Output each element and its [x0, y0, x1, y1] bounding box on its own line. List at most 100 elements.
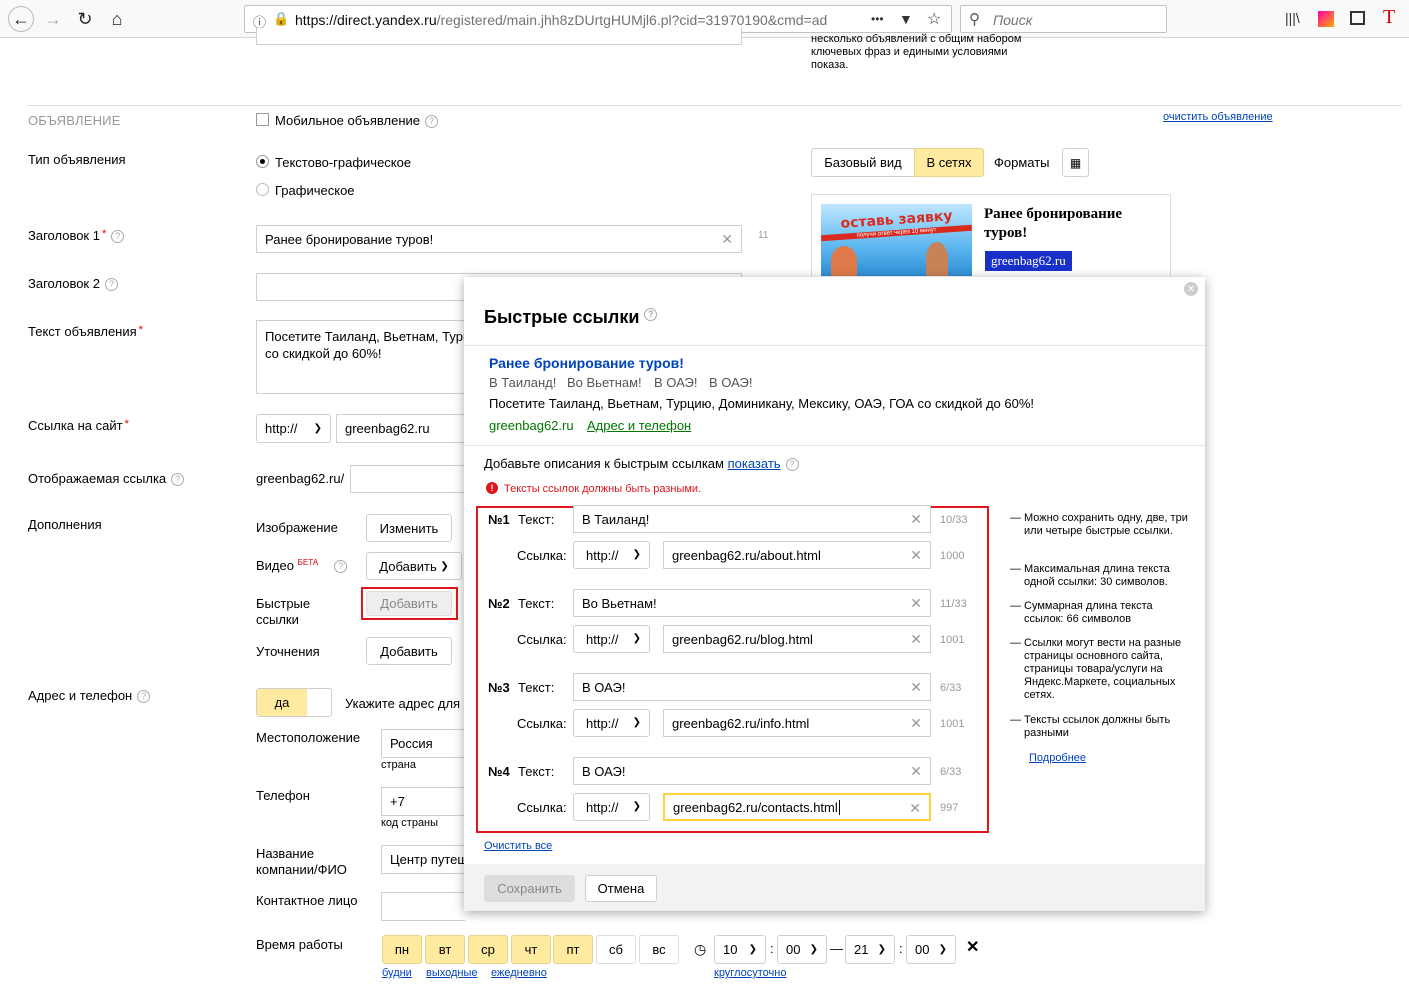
link-text-input[interactable]: В ОАЭ! ✕	[573, 673, 931, 701]
display-link-label: Отображаемая ссылка?	[28, 471, 185, 486]
link-protocol-select[interactable]: http:// ❯	[573, 625, 650, 653]
radio-text-graphic[interactable]	[256, 155, 269, 168]
preview-domain-badge: greenbag62.ru	[985, 251, 1072, 271]
help-icon[interactable]: ?	[334, 560, 348, 573]
link-url-input[interactable]: greenbag62.ru/blog.html ✕	[663, 625, 931, 653]
clear-ad-link[interactable]: очистить объявление	[1163, 111, 1273, 123]
day-tue[interactable]: вт	[425, 935, 465, 964]
link-url-input[interactable]: greenbag62.ru/contacts.html ✕	[663, 793, 931, 821]
min-from-value: 00	[786, 942, 801, 957]
contact-input[interactable]	[381, 892, 465, 921]
link-protocol-select[interactable]: http:// ❯	[573, 541, 650, 569]
change-image-button[interactable]: Изменить	[366, 514, 452, 542]
round-clock-link[interactable]: круглосуточно	[714, 967, 786, 979]
clear-icon[interactable]: ✕	[721, 231, 733, 248]
clear-icon[interactable]: ✕	[909, 800, 921, 817]
page-actions-icon[interactable]: •••	[871, 12, 884, 26]
company-input[interactable]: Центр путеш	[381, 845, 465, 874]
search-bar[interactable]: ⚲ Поиск	[960, 5, 1167, 33]
protocol-value: http://	[586, 715, 619, 731]
desc-show-link[interactable]: показать	[728, 456, 781, 471]
help-icon[interactable]: ?	[425, 115, 439, 128]
link-url-input[interactable]: greenbag62.ru/info.html ✕	[663, 709, 931, 737]
preview-card: оставь заявку получи ответ через 10 мину…	[811, 194, 1171, 284]
help-icon[interactable]: ?	[104, 278, 118, 291]
help-icon[interactable]: ?	[171, 473, 185, 486]
clear-icon[interactable]: ✕	[910, 547, 922, 564]
day-sun[interactable]: вс	[639, 935, 679, 964]
tab-basic[interactable]: Базовый вид	[811, 148, 915, 177]
close-icon[interactable]: ✕	[1184, 282, 1198, 296]
min-from-select[interactable]: 00 ❯	[777, 935, 827, 964]
weekdays-link[interactable]: будни	[382, 967, 412, 979]
mobile-checkbox[interactable]	[256, 113, 269, 126]
help-icon[interactable]: ?	[644, 308, 658, 321]
weekends-link[interactable]: выходные	[426, 967, 478, 979]
clear-icon[interactable]: ✕	[910, 631, 922, 648]
link-protocol-select[interactable]: http:// ❯	[573, 709, 650, 737]
display-link-input[interactable]	[350, 465, 476, 493]
hour-to-select[interactable]: 21 ❯	[845, 935, 895, 964]
radio-graphic[interactable]	[256, 183, 269, 196]
sidebar-icon[interactable]	[1350, 11, 1365, 25]
day-sat[interactable]: сб	[596, 935, 636, 964]
help-icon[interactable]: ?	[137, 690, 151, 703]
back-icon[interactable]: ←	[8, 6, 34, 32]
help-icon[interactable]: ?	[111, 230, 125, 243]
link-protocol-select[interactable]: http:// ❯	[573, 793, 650, 821]
link-text-value: В Таиланд!	[582, 511, 650, 527]
library-icon[interactable]: |||\	[1285, 10, 1300, 26]
url-text[interactable]: https://direct.yandex.ru/registered/main…	[295, 12, 855, 28]
add-video-button[interactable]: Добавить ❯	[366, 552, 462, 580]
campaign-name-input[interactable]	[256, 28, 742, 45]
title1-input[interactable]: Ранее бронирование туров! ✕	[256, 225, 742, 253]
clear-icon[interactable]: ✕	[910, 511, 922, 528]
forward-icon[interactable]: →	[40, 6, 66, 32]
daily-link[interactable]: ежедневно	[491, 967, 547, 979]
protocol-select[interactable]: http:// ❯	[256, 414, 331, 443]
protocol-value: http://	[586, 631, 619, 647]
required-mark: *	[101, 228, 107, 240]
country-input[interactable]: Россия	[381, 729, 465, 758]
bookmark-star-icon[interactable]: ☆	[927, 9, 941, 29]
link-text-count: 6/33	[940, 766, 962, 778]
min-to-value: 00	[915, 942, 930, 957]
link-text-input[interactable]: В ОАЭ! ✕	[573, 757, 931, 785]
hour-from-select[interactable]: 10 ❯	[714, 935, 766, 964]
day-fri[interactable]: пт	[553, 935, 593, 964]
tab-networks[interactable]: В сетях	[914, 148, 984, 177]
more-link[interactable]: Подробнее	[1029, 752, 1086, 764]
add-quick-links-button[interactable]: Добавить	[366, 591, 452, 616]
save-button[interactable]: Сохранить	[484, 875, 575, 902]
video-label-text: Видео	[256, 558, 294, 573]
clear-icon[interactable]: ✕	[910, 595, 922, 612]
address-toggle[interactable]: да	[256, 688, 332, 717]
reload-icon[interactable]: ↻	[72, 6, 98, 32]
translate-extension-icon[interactable]: T	[1383, 6, 1395, 29]
link-number: №4	[488, 764, 510, 779]
day-thu[interactable]: чт	[511, 935, 551, 964]
pocket-icon[interactable]: ▼	[899, 11, 913, 27]
link-text-input[interactable]: Во Вьетнам! ✕	[573, 589, 931, 617]
formats-grid-icon[interactable]: ▦	[1062, 148, 1089, 177]
extension-icon[interactable]	[1318, 11, 1334, 27]
home-icon[interactable]: ⌂	[104, 6, 130, 32]
min-to-select[interactable]: 00 ❯	[906, 935, 956, 964]
add-clarify-button[interactable]: Добавить	[366, 637, 452, 665]
title1-label: Заголовок 1 *?	[28, 228, 125, 243]
clear-all-link[interactable]: Очистить все	[484, 840, 552, 852]
cancel-button[interactable]: Отмена	[585, 875, 657, 902]
day-wed[interactable]: ср	[468, 935, 508, 964]
remove-hours-icon[interactable]: ✕	[966, 937, 979, 957]
link-url-input[interactable]: greenbag62.ru/about.html ✕	[663, 541, 931, 569]
link-text-input[interactable]: В Таиланд! ✕	[573, 505, 931, 533]
clear-icon[interactable]: ✕	[910, 679, 922, 696]
site-input[interactable]: greenbag62.ru	[336, 414, 476, 443]
day-mon[interactable]: пн	[382, 935, 422, 964]
link-text-count: 11/33	[940, 598, 967, 610]
help-icon[interactable]: ?	[785, 458, 799, 471]
clear-icon[interactable]: ✕	[910, 715, 922, 732]
image-label: Изображение	[256, 520, 338, 535]
clear-icon[interactable]: ✕	[910, 763, 922, 780]
phone-code-input[interactable]: +7	[381, 787, 465, 816]
